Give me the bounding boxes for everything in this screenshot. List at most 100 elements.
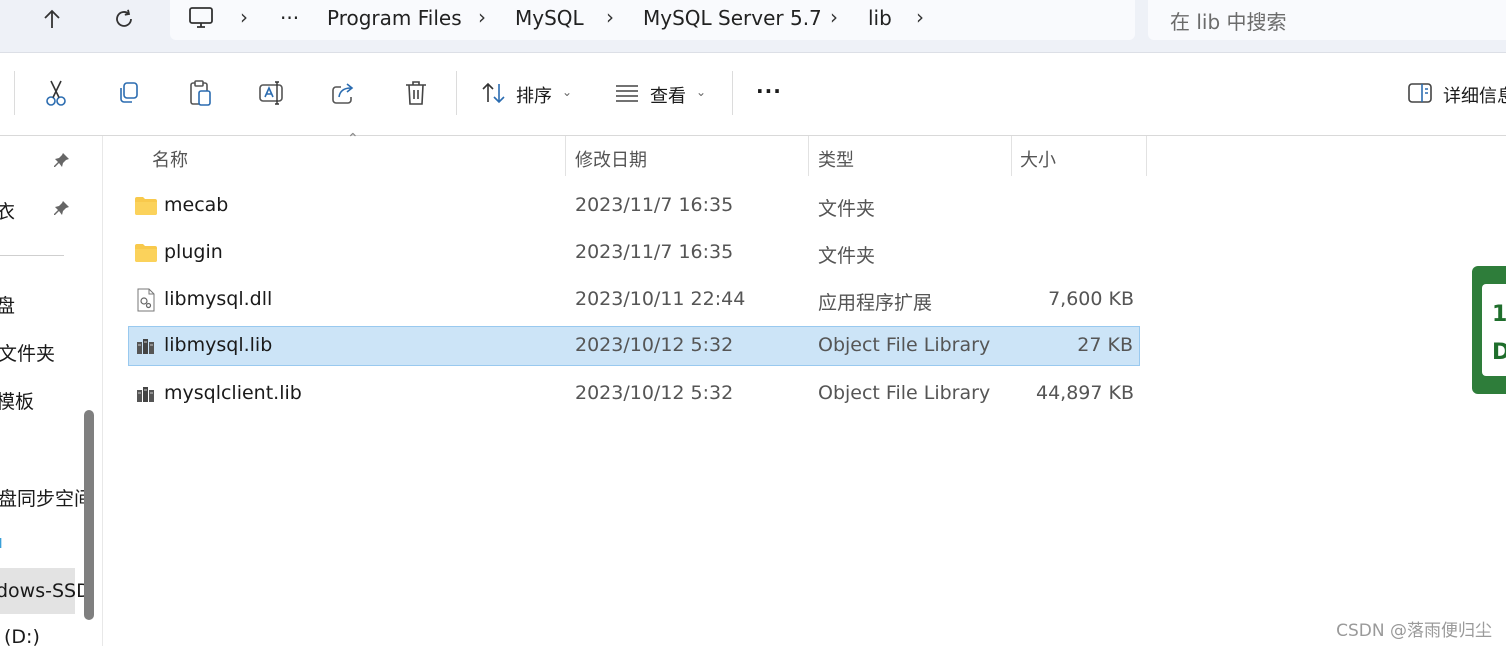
search-placeholder: 在 lib 中搜索 bbox=[1170, 10, 1287, 34]
pane-divider[interactable] bbox=[102, 136, 103, 646]
column-divider[interactable] bbox=[1146, 136, 1147, 176]
nav-scrollbar[interactable] bbox=[84, 410, 94, 620]
file-type: 文件夹 bbox=[818, 198, 876, 220]
file-size: 44,897 KB bbox=[1035, 382, 1134, 404]
file-size: 27 KB bbox=[1077, 334, 1133, 356]
nav-item-sync-space[interactable]: 盘同步空间 bbox=[0, 484, 93, 511]
refresh-icon bbox=[116, 9, 132, 27]
details-icon-wrap[interactable] bbox=[1404, 77, 1436, 109]
breadcrumb-mysql[interactable]: MySQL bbox=[515, 6, 584, 30]
breadcrumb-program-files[interactable]: Program Files bbox=[327, 6, 462, 30]
toolbar-divider bbox=[732, 71, 733, 115]
clipboard-icon bbox=[190, 80, 211, 106]
column-divider[interactable] bbox=[1011, 136, 1012, 176]
chevron-down-icon: ⌄ bbox=[562, 85, 573, 99]
nav-partial-glyph: ı bbox=[0, 532, 4, 553]
view-button[interactable]: 查看 bbox=[650, 82, 686, 108]
more-options-button[interactable]: ··· bbox=[756, 79, 782, 103]
nav-item-templates[interactable]: 模板 bbox=[0, 387, 34, 414]
column-divider[interactable] bbox=[808, 136, 809, 176]
column-header-size[interactable]: 大小 bbox=[1020, 146, 1056, 172]
file-name: libmysql.dll bbox=[164, 288, 273, 310]
file-row[interactable]: mecab 2023/11/7 16:35 文件夹 bbox=[128, 186, 1140, 226]
details-pane-icon bbox=[1408, 83, 1432, 103]
column-header-name[interactable]: 名称 bbox=[152, 146, 188, 172]
column-header-date[interactable]: 修改日期 bbox=[575, 146, 647, 172]
rename-button[interactable] bbox=[256, 77, 288, 109]
file-row[interactable]: plugin 2023/11/7 16:35 文件夹 bbox=[128, 233, 1140, 273]
file-row[interactable]: mysqlclient.lib 2023/10/12 5:32 Object F… bbox=[128, 374, 1140, 414]
file-row[interactable]: libmysql.dll 2023/10/11 22:44 应用程序扩展 7,6… bbox=[128, 280, 1140, 320]
sort-icon bbox=[482, 82, 505, 104]
lib-file-icon bbox=[137, 339, 154, 354]
view-list-icon bbox=[616, 85, 638, 102]
file-date: 2023/11/7 16:35 bbox=[575, 241, 734, 263]
file-size: 7,600 KB bbox=[1048, 288, 1134, 310]
nav-item-windows-ssd[interactable]: dows-SSD bbox=[0, 580, 91, 602]
view-icon-wrap[interactable] bbox=[611, 77, 643, 109]
file-row-selected[interactable]: libmysql.lib 2023/10/12 5:32 Object File… bbox=[128, 326, 1140, 366]
file-date: 2023/10/12 5:32 bbox=[575, 334, 734, 356]
toolbar-divider bbox=[14, 71, 15, 115]
file-date: 2023/10/12 5:32 bbox=[575, 382, 734, 404]
delete-button[interactable] bbox=[400, 77, 432, 109]
rename-icon bbox=[259, 81, 283, 105]
copy-icon bbox=[120, 82, 138, 103]
breadcrumb-chevron-icon: › bbox=[830, 5, 838, 29]
file-type: Object File Library bbox=[818, 382, 991, 404]
folder-icon bbox=[135, 244, 157, 262]
lib-file-icon bbox=[137, 387, 154, 402]
dll-file-icon bbox=[137, 288, 155, 312]
breadcrumb-overflow[interactable]: ··· bbox=[280, 6, 299, 30]
details-button[interactable]: 详细信息 bbox=[1443, 82, 1506, 108]
file-name: libmysql.lib bbox=[164, 334, 273, 356]
cut-button[interactable] bbox=[40, 77, 72, 109]
folder-icon bbox=[135, 197, 157, 215]
share-icon bbox=[332, 83, 354, 104]
file-name: plugin bbox=[164, 241, 223, 263]
copy-button[interactable] bbox=[112, 77, 144, 109]
command-toolbar: 排序 ⌄ 查看 ⌄ ··· 详细信息 bbox=[0, 53, 1506, 136]
nav-item-drive[interactable]: 盘 bbox=[0, 291, 15, 318]
nav-divider bbox=[0, 255, 64, 256]
file-type: Object File Library bbox=[818, 334, 991, 356]
trash-icon bbox=[406, 81, 426, 105]
nav-item-quick-access[interactable]: 衣 bbox=[0, 197, 15, 224]
file-date: 2023/11/7 16:35 bbox=[575, 194, 734, 216]
nav-item-folder[interactable]: 文件夹 bbox=[0, 339, 55, 366]
breadcrumb-mysql-server[interactable]: MySQL Server 5.7 bbox=[643, 6, 822, 30]
share-button[interactable] bbox=[328, 77, 360, 109]
widget-text-bottom: D bbox=[1492, 340, 1506, 365]
sort-button[interactable]: 排序 bbox=[516, 82, 552, 108]
arrow-up-icon bbox=[44, 9, 60, 28]
file-type: 文件夹 bbox=[818, 245, 876, 267]
breadcrumb-chevron-icon: › bbox=[478, 5, 486, 29]
address-toolbar: › ··· Program Files › MySQL › MySQL Serv… bbox=[0, 0, 1506, 53]
floating-widget[interactable]: 1 D bbox=[1472, 266, 1506, 394]
column-header-type[interactable]: 类型 bbox=[818, 146, 854, 172]
breadcrumb-chevron-icon: › bbox=[240, 5, 248, 29]
scissors-icon bbox=[46, 80, 66, 106]
search-box[interactable]: 在 lib 中搜索 bbox=[1148, 0, 1506, 40]
pin-icon bbox=[54, 201, 69, 215]
pin-icon bbox=[54, 153, 69, 167]
chevron-down-icon: ⌄ bbox=[696, 85, 707, 99]
computer-icon bbox=[189, 7, 213, 28]
refresh-button[interactable] bbox=[106, 4, 142, 34]
breadcrumb-chevron-icon: › bbox=[606, 5, 614, 29]
breadcrumb-chevron-icon: › bbox=[916, 5, 924, 29]
address-bar[interactable]: › ··· Program Files › MySQL › MySQL Serv… bbox=[170, 0, 1135, 40]
file-name: mysqlclient.lib bbox=[164, 382, 302, 404]
sort-icon-wrap[interactable] bbox=[478, 77, 510, 109]
paste-button[interactable] bbox=[184, 77, 216, 109]
up-button[interactable] bbox=[34, 4, 70, 34]
file-date: 2023/10/11 22:44 bbox=[575, 288, 746, 310]
file-name: mecab bbox=[164, 194, 229, 216]
toolbar-divider bbox=[456, 71, 457, 115]
column-divider[interactable] bbox=[565, 136, 566, 176]
watermark: CSDN @落雨便归尘 bbox=[1336, 621, 1492, 641]
file-type: 应用程序扩展 bbox=[818, 292, 933, 314]
nav-item-drive-d[interactable]: (D:) bbox=[4, 626, 40, 646]
breadcrumb-lib[interactable]: lib bbox=[868, 6, 892, 30]
widget-text-top: 1 bbox=[1492, 302, 1506, 327]
